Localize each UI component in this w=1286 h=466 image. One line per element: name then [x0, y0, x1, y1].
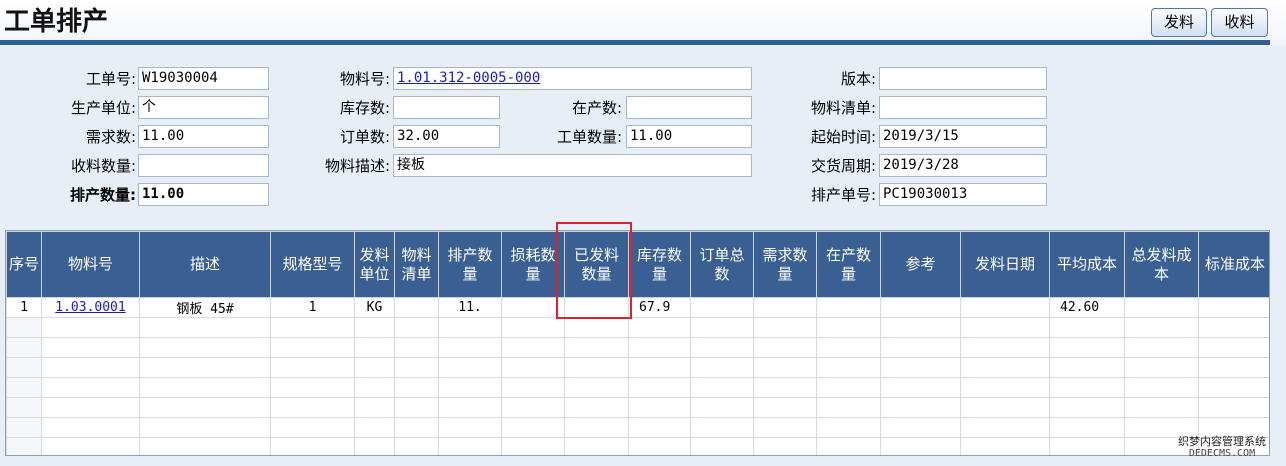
- table-cell[interactable]: KG: [354, 297, 395, 318]
- material-grid: 序号 物料号 描述 规格型号 发料单位 物料清单 排产数量 损耗数量 已发料数量…: [5, 230, 1270, 456]
- work-order-qty-field[interactable]: 11.00: [626, 125, 752, 148]
- table-cell[interactable]: [564, 297, 629, 318]
- work-order-form: 工单号: W19030004 生产单位: 个 需求数: 11.00 收料数量: …: [0, 46, 1286, 226]
- column-header[interactable]: 平均成本: [1049, 231, 1125, 298]
- table-row[interactable]: [6, 417, 1269, 438]
- table-row[interactable]: [6, 437, 1269, 455]
- column-header[interactable]: 在产数量: [816, 231, 881, 298]
- delivery-period-label: 交货周期:: [810, 157, 876, 175]
- receive-material-button[interactable]: 收料: [1211, 8, 1268, 37]
- production-unit-label: 生产单位:: [70, 99, 136, 117]
- column-header[interactable]: 库存数量: [628, 231, 691, 298]
- table-cell[interactable]: 42.60: [1049, 297, 1125, 318]
- column-header[interactable]: 排产数量: [438, 231, 502, 298]
- table-cell: [6, 437, 42, 455]
- watermark-line2: DEDECMS.COM: [1188, 448, 1256, 459]
- table-cell: [6, 317, 42, 338]
- material-no-link[interactable]: 1.03.0001: [55, 300, 125, 315]
- demand-qty-field[interactable]: 11.00: [138, 125, 269, 148]
- bom-label: 物料清单:: [810, 99, 876, 117]
- material-no-field[interactable]: 1.01.312-0005-000: [393, 67, 752, 90]
- issue-material-button[interactable]: 发料: [1151, 8, 1207, 37]
- column-header[interactable]: 物料清单: [394, 231, 439, 298]
- table-cell[interactable]: 1: [270, 297, 355, 318]
- column-header[interactable]: 需求数量: [753, 231, 817, 298]
- table-cell: 1: [6, 297, 42, 318]
- table-cell[interactable]: 11.: [438, 297, 502, 318]
- table-row[interactable]: 1 1.03.0001 钢板 45# 1 KG 11. 67.9 42.60: [6, 297, 1269, 318]
- column-header[interactable]: 标准成本: [1198, 231, 1269, 298]
- table-cell: [6, 397, 42, 418]
- table-cell[interactable]: [690, 297, 754, 318]
- table-cell[interactable]: [1124, 297, 1199, 318]
- header-bar-area: 工单排产 发料 收料: [0, 0, 1286, 46]
- table-row[interactable]: [6, 317, 1269, 338]
- table-row[interactable]: [6, 357, 1269, 378]
- table-cell[interactable]: [501, 297, 565, 318]
- table-row[interactable]: [6, 337, 1269, 358]
- received-qty-label: 收料数量:: [70, 157, 136, 175]
- material-no-link[interactable]: 1.01.312-0005-000: [397, 70, 540, 86]
- column-header[interactable]: 总发料成本: [1124, 231, 1199, 298]
- table-cell[interactable]: [753, 297, 817, 318]
- in-production-qty-label: 在产数:: [571, 99, 622, 117]
- start-time-field[interactable]: 2019/3/15: [879, 125, 1047, 148]
- watermark: 织梦内容管理系统 DEDECMS.COM: [1170, 436, 1274, 460]
- table-cell: [6, 357, 42, 378]
- table-cell[interactable]: 67.9: [628, 297, 691, 318]
- table-cell: [6, 337, 42, 358]
- table-row[interactable]: [6, 397, 1269, 418]
- start-time-label: 起始时间:: [810, 128, 876, 146]
- column-header[interactable]: 已发料数量: [564, 231, 629, 298]
- scheduled-qty-label: 排产数量:: [70, 186, 136, 204]
- version-label: 版本:: [840, 70, 876, 88]
- received-qty-field[interactable]: [138, 154, 269, 177]
- column-header[interactable]: 发料单位: [354, 231, 395, 298]
- material-desc-label: 物料描述:: [324, 157, 390, 175]
- table-cell[interactable]: [960, 297, 1050, 318]
- table-cell[interactable]: 1.03.0001: [41, 297, 140, 318]
- table-cell: [6, 377, 42, 398]
- table-header-row: 序号 物料号 描述 规格型号 发料单位 物料清单 排产数量 损耗数量 已发料数量…: [6, 231, 1269, 298]
- column-header[interactable]: 订单总数: [690, 231, 754, 298]
- schedule-no-label: 排产单号:: [810, 186, 876, 204]
- demand-qty-label: 需求数:: [85, 128, 136, 146]
- delivery-period-field[interactable]: 2019/3/28: [879, 154, 1047, 177]
- order-qty-field[interactable]: 32.00: [393, 125, 500, 148]
- order-qty-label: 订单数:: [339, 128, 390, 146]
- bom-field[interactable]: [879, 96, 1047, 119]
- watermark-line1: 织梦内容管理系统: [1178, 435, 1266, 448]
- title-underline: [0, 40, 1270, 45]
- table-cell[interactable]: [880, 297, 961, 318]
- work-order-no-label: 工单号:: [85, 70, 136, 88]
- material-no-label: 物料号:: [339, 70, 390, 88]
- table-row[interactable]: [6, 377, 1269, 398]
- production-unit-field[interactable]: 个: [138, 96, 269, 119]
- table-cell[interactable]: [394, 297, 439, 318]
- material-table: 序号 物料号 描述 规格型号 发料单位 物料清单 排产数量 损耗数量 已发料数量…: [6, 231, 1269, 455]
- work-order-qty-label: 工单数量:: [556, 128, 622, 146]
- column-header[interactable]: 规格型号: [270, 231, 355, 298]
- table-cell[interactable]: 钢板 45#: [139, 297, 271, 318]
- stock-qty-field[interactable]: [393, 96, 500, 119]
- column-header[interactable]: 损耗数量: [501, 231, 565, 298]
- material-desc-field[interactable]: 接板: [393, 154, 752, 177]
- table-cell[interactable]: [816, 297, 881, 318]
- table-cell: [6, 417, 42, 438]
- work-order-no-field[interactable]: W19030004: [138, 67, 269, 90]
- table-cell[interactable]: [1198, 297, 1269, 318]
- column-header[interactable]: 描述: [139, 231, 271, 298]
- scheduled-qty-field[interactable]: 11.00: [138, 183, 269, 206]
- version-field[interactable]: [879, 67, 1047, 90]
- page-title: 工单排产: [4, 7, 109, 37]
- column-header[interactable]: 参考: [880, 231, 961, 298]
- column-header[interactable]: 发料日期: [960, 231, 1050, 298]
- in-production-qty-field[interactable]: [626, 96, 752, 119]
- stock-qty-label: 库存数:: [339, 99, 390, 117]
- column-header[interactable]: 物料号: [41, 231, 140, 298]
- column-header[interactable]: 序号: [6, 231, 42, 298]
- schedule-no-field[interactable]: PC19030013: [879, 183, 1047, 206]
